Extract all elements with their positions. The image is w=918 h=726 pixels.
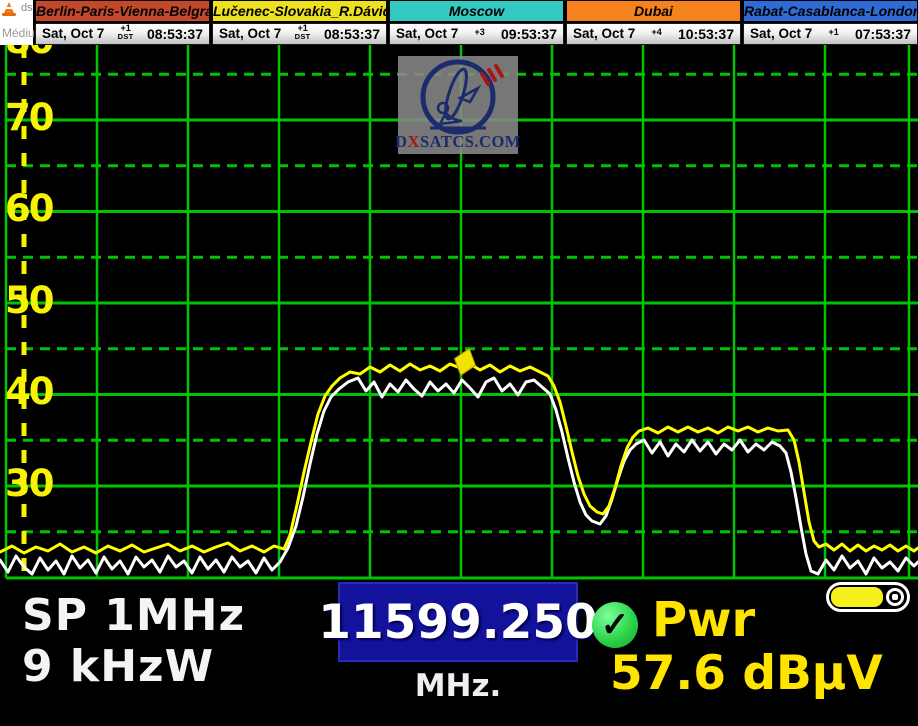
time-row: Sat, Oct 7 +1 07:53:37 <box>743 23 918 45</box>
vlc-window-fragment: ds Médiu <box>0 0 33 45</box>
y-axis-label: 70 <box>5 99 53 136</box>
power-label: Pwr <box>652 592 755 648</box>
utc-offset-label: +1 <box>828 28 838 37</box>
vlc-cone-icon <box>2 1 18 17</box>
frequency-unit: MHz. <box>338 668 578 704</box>
dst-label: DST <box>295 33 311 41</box>
date-label: Sat, Oct 7 <box>750 26 812 41</box>
spectrum-analyzer-screen: 807060504030 DXSATCS.COM ds Médiu <box>0 0 918 726</box>
y-axis-label: 30 <box>5 465 53 502</box>
logo-text: DXSATCS.COM <box>395 134 521 151</box>
live-trace <box>0 378 918 574</box>
time-row: Sat, Oct 7 +1 DST 08:53:37 <box>212 23 387 45</box>
date-label: Sat, Oct 7 <box>42 26 104 41</box>
frequency-display[interactable]: 11599.250 <box>338 582 578 662</box>
span-label: SP 1MHz <box>22 590 245 641</box>
timezone-block: +1 <box>828 28 838 37</box>
clock-panel: Lučenec-Slovakia_R.Dávid Sat, Oct 7 +1 D… <box>210 0 387 45</box>
time-row: Sat, Oct 7 +3 09:53:37 <box>389 23 564 45</box>
clock-panel: Berlin-Paris-Vienna-Belgrade Sat, Oct 7 … <box>33 0 210 45</box>
time-label: 09:53:37 <box>501 26 557 42</box>
timezone-block: +3 <box>474 28 484 37</box>
vlc-media-menu[interactable]: Médiu <box>2 26 35 40</box>
time-label: 08:53:37 <box>147 26 203 42</box>
frequency-value: 11599.250 <box>318 595 597 650</box>
time-row: Sat, Oct 7 +1 DST 08:53:37 <box>35 23 210 45</box>
rbw-label: 9 kHzW <box>22 641 245 692</box>
clock-panel: Rabat-Casablanca-London Sat, Oct 7 +1 07… <box>741 0 918 45</box>
clock-panel: Dubai Sat, Oct 7 +4 10:53:37 <box>564 0 741 45</box>
utc-offset-label: +4 <box>651 28 661 37</box>
y-axis-label: 50 <box>5 282 53 319</box>
time-label: 07:53:37 <box>855 26 911 42</box>
date-label: Sat, Oct 7 <box>573 26 635 41</box>
date-label: Sat, Oct 7 <box>219 26 281 41</box>
lock-ok-icon: ✓ <box>592 602 638 648</box>
power-value: 57.6 dBµV <box>610 646 883 701</box>
city-label: Dubai <box>566 0 741 23</box>
y-axis-label: 60 <box>5 190 53 227</box>
clock-panels: Berlin-Paris-Vienna-Belgrade Sat, Oct 7 … <box>33 0 918 45</box>
timezone-block: +4 <box>651 28 661 37</box>
readout-strip: SP 1MHz 9 kHzW 11599.250 MHz. ✓ Pwr 57.6… <box>0 580 918 726</box>
city-label: Moscow <box>389 0 564 23</box>
vlc-title-fragment: ds <box>21 2 33 14</box>
satellite-dish-icon <box>410 58 506 136</box>
max-hold-trace <box>0 364 918 553</box>
time-label: 10:53:37 <box>678 26 734 42</box>
timezone-block: +1 DST <box>295 24 311 41</box>
dxsatcs-logo: DXSATCS.COM <box>398 56 518 154</box>
timezone-block: +1 DST <box>118 24 134 41</box>
time-label: 08:53:37 <box>324 26 380 42</box>
time-row: Sat, Oct 7 +4 10:53:37 <box>566 23 741 45</box>
clock-panel: Moscow Sat, Oct 7 +3 09:53:37 <box>387 0 564 45</box>
city-label: Lučenec-Slovakia_R.Dávid <box>212 0 387 23</box>
date-label: Sat, Oct 7 <box>396 26 458 41</box>
city-label: Rabat-Casablanca-London <box>743 0 918 23</box>
peak-marker[interactable] <box>450 345 480 378</box>
utc-offset-label: +3 <box>474 28 484 37</box>
world-clock-bar: ds Médiu Berlin-Paris-Vienna-Belgrade Sa… <box>0 0 918 45</box>
battery-icon <box>826 582 910 612</box>
city-label: Berlin-Paris-Vienna-Belgrade <box>35 0 210 23</box>
dst-label: DST <box>118 33 134 41</box>
sweep-settings: SP 1MHz 9 kHzW <box>22 590 245 692</box>
y-axis-label: 40 <box>5 373 53 410</box>
